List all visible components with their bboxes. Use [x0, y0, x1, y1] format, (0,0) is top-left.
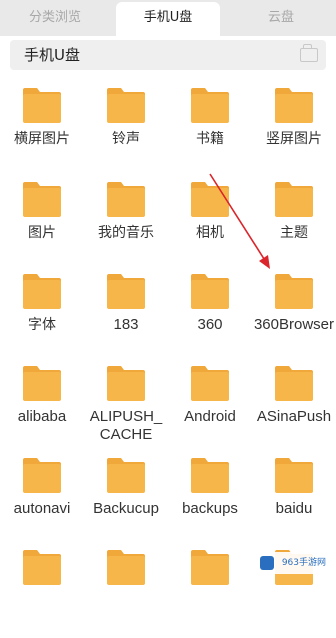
folder-icon [274, 272, 314, 310]
tab-phone-u-disk[interactable]: 手机U盘 [116, 2, 220, 36]
folder-label: 铃声 [112, 131, 140, 147]
folder-item[interactable]: 铃声 [84, 86, 168, 176]
folder-item[interactable]: ASinaPush [252, 364, 336, 454]
folder-item[interactable]: 书籍 [168, 86, 252, 176]
folder-icon [106, 180, 146, 218]
folder-label: Backucup [93, 500, 159, 517]
folder-item[interactable]: alibaba [0, 364, 84, 454]
folder-icon [190, 86, 230, 124]
folder-icon [190, 364, 230, 402]
folder-label: 我的音乐 [98, 225, 154, 241]
folder-icon [190, 456, 230, 494]
folder-item[interactable]: 我的音乐 [84, 180, 168, 270]
folder-icon [274, 86, 314, 124]
folder-icon [106, 548, 146, 586]
folder-item[interactable]: baidu [252, 456, 336, 546]
folder-label: autonavi [13, 500, 71, 517]
folder-add-icon[interactable] [300, 44, 318, 62]
folder-label: 图片 [28, 225, 56, 241]
folder-icon [22, 456, 62, 494]
folder-item[interactable]: 竖屏图片 [252, 86, 336, 176]
folder-label: baidu [275, 500, 313, 517]
folder-label: backups [182, 500, 238, 517]
folder-label: 360Browser [253, 316, 335, 333]
folder-label: 183 [113, 316, 139, 333]
folder-item[interactable]: backups [168, 456, 252, 546]
folder-label: Android [184, 408, 236, 425]
folder-label: 相机 [196, 225, 224, 241]
tab-category-browse[interactable]: 分类浏览 [0, 0, 110, 36]
folder-label: ASinaPush [256, 408, 332, 425]
watermark-text: 963手游网 [281, 558, 326, 568]
folder-item[interactable] [84, 548, 168, 638]
folder-icon [106, 86, 146, 124]
folder-item[interactable]: 360Browser [252, 272, 336, 362]
path-bar: 手机U盘 [10, 40, 326, 70]
folder-icon [274, 180, 314, 218]
folder-item[interactable]: Backucup [84, 456, 168, 546]
folder-icon [190, 272, 230, 310]
folder-item[interactable]: autonavi [0, 456, 84, 546]
folder-label: ALIPUSH_ CACHE [89, 408, 163, 443]
folder-label: 360 [197, 316, 223, 333]
watermark-logo-icon [260, 556, 274, 570]
folder-icon [106, 456, 146, 494]
folder-label: alibaba [17, 408, 67, 425]
watermark: 963手游网 [256, 552, 330, 574]
folder-icon [190, 180, 230, 218]
folder-icon [22, 180, 62, 218]
folder-label: 书籍 [196, 131, 224, 147]
folder-item[interactable]: 183 [84, 272, 168, 362]
folder-item[interactable]: 主题 [252, 180, 336, 270]
folder-label: 主题 [280, 225, 308, 241]
tab-cloud-disk[interactable]: 云盘 [226, 0, 336, 36]
folder-item[interactable] [0, 548, 84, 638]
folder-icon [22, 548, 62, 586]
tab-bar: 分类浏览 手机U盘 云盘 [0, 0, 336, 36]
folder-label: 字体 [28, 317, 56, 333]
folder-item[interactable] [168, 548, 252, 638]
folder-icon [106, 272, 146, 310]
folder-item[interactable]: Android [168, 364, 252, 454]
folder-icon [274, 456, 314, 494]
folder-icon [22, 364, 62, 402]
folder-icon [22, 86, 62, 124]
folder-item[interactable]: ALIPUSH_ CACHE [84, 364, 168, 454]
folder-item[interactable]: 横屏图片 [0, 86, 84, 176]
folder-label: 竖屏图片 [266, 131, 322, 147]
folder-item[interactable]: 360 [168, 272, 252, 362]
folder-icon [274, 364, 314, 402]
current-path[interactable]: 手机U盘 [24, 40, 80, 70]
folder-icon [190, 548, 230, 586]
folder-item[interactable]: 图片 [0, 180, 84, 270]
folder-icon [22, 272, 62, 310]
folder-item[interactable]: 相机 [168, 180, 252, 270]
folder-label: 横屏图片 [14, 131, 70, 147]
folder-icon [106, 364, 146, 402]
folder-item[interactable]: 字体 [0, 272, 84, 362]
